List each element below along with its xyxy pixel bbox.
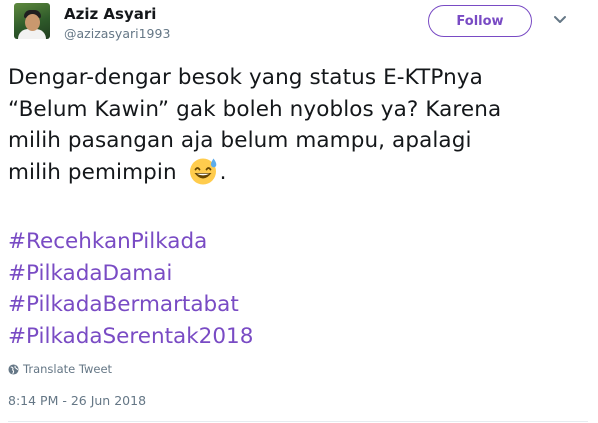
translate-tweet-link[interactable]: Translate Tweet [8,362,112,376]
author-handle[interactable]: @azizasyari1993 [64,26,170,41]
hashtag-link[interactable]: #RecehkanPilkada [8,226,253,258]
tweet-text-line: milih pasangan aja belum mampu, apalagi [8,128,472,153]
divider [8,421,588,422]
tweet-text-line: milih pemimpin [8,159,177,185]
tweet-text-line: Dengar-dengar besok yang status E-KTPnya [8,65,483,90]
avatar-face [25,14,40,31]
chevron-down-icon[interactable] [553,15,567,25]
tweet-text: Dengar-dengar besok yang status E-KTPnya… [8,62,588,188]
globe-icon [8,363,19,375]
tweet-text-period: . [219,159,227,185]
hashtag-link[interactable]: #PilkadaDamai [8,258,253,290]
tweet-timestamp[interactable]: 8:14 PM - 26 Jun 2018 [8,393,146,408]
hashtag-link[interactable]: #PilkadaSerentak2018 [8,321,253,353]
translate-tweet-label: Translate Tweet [23,362,113,376]
hashtag-link[interactable]: #PilkadaBermartabat [8,289,253,321]
tweet-text-line: “Belum Kawin” gak boleh nyoblos ya? Kare… [8,96,502,122]
author-display-name[interactable]: Aziz Asyari [64,5,156,23]
avatar[interactable] [14,3,50,39]
follow-button[interactable]: Follow [428,5,532,37]
tweet-text-line-last: milih pemimpin . [8,157,588,189]
hashtag-list: #RecehkanPilkada #PilkadaDamai #PilkadaB… [8,226,253,352]
grinning-sweat-face-icon [189,158,216,184]
